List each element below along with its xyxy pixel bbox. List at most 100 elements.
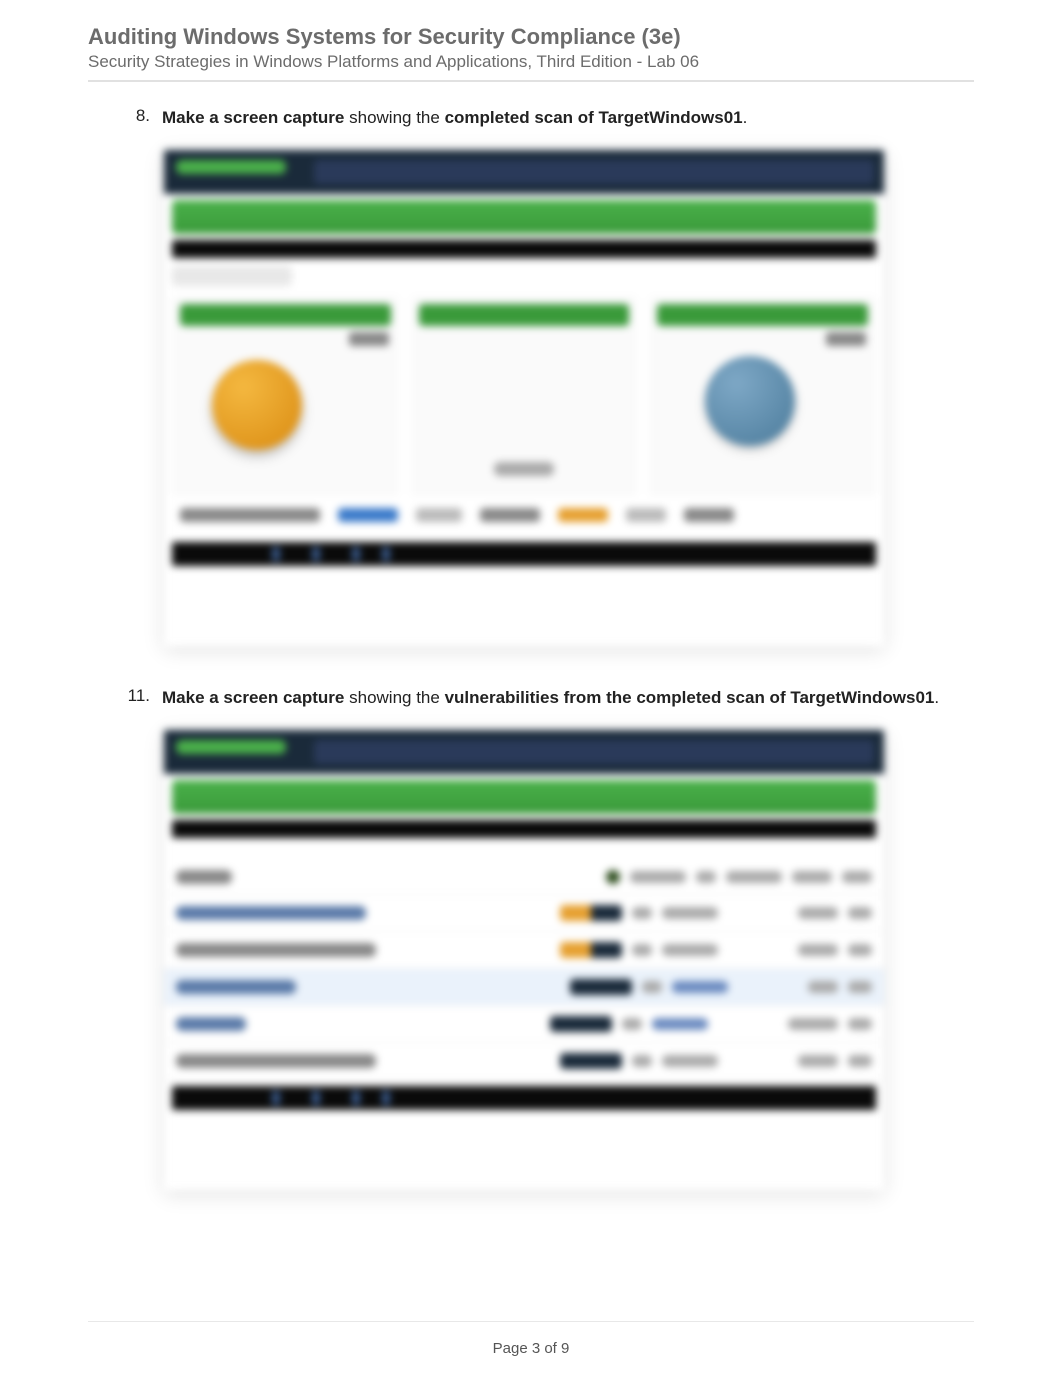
ss-tabs	[172, 266, 876, 286]
vuln-row	[164, 860, 884, 895]
ss-pie-chart-blue	[705, 356, 795, 446]
ss-footer-tick	[352, 1091, 360, 1105]
instruction-suffix: .	[743, 108, 748, 127]
vuln-severity	[560, 905, 622, 921]
vuln-cell	[726, 871, 782, 883]
vuln-severity	[560, 1053, 622, 1069]
ss-chart-row	[172, 296, 876, 496]
vuln-name	[176, 906, 366, 920]
ss-table-body	[164, 838, 884, 1080]
vuln-row	[164, 1006, 884, 1043]
ss-chart-header	[419, 304, 630, 326]
vuln-name	[176, 1054, 376, 1068]
ss-footer-bar	[172, 542, 876, 566]
ss-footer-tick	[272, 1091, 280, 1105]
instruction-text: Make a screen capture showing the comple…	[162, 106, 747, 130]
ss-chart-header	[657, 304, 868, 326]
vuln-cell	[848, 1055, 872, 1067]
vuln-name	[176, 943, 376, 957]
ss-cell	[558, 508, 608, 522]
header-subtitle: Security Strategies in Windows Platforms…	[88, 52, 974, 72]
vuln-cell	[662, 944, 718, 956]
vuln-row	[164, 969, 884, 1006]
instruction-item-11: 11. Make a screen capture showing the vu…	[88, 686, 974, 710]
vuln-cell	[672, 981, 728, 993]
vuln-icon	[606, 870, 620, 884]
ss-sub-nav	[172, 820, 876, 838]
vuln-cell	[632, 907, 652, 919]
ss-table-header-row	[164, 838, 884, 860]
vuln-cell	[792, 871, 832, 883]
page-header: Auditing Windows Systems for Security Co…	[88, 24, 974, 82]
lab-document-page: Auditing Windows Systems for Security Co…	[0, 0, 1062, 1377]
ss-footer-tick	[382, 547, 390, 561]
ss-cell	[338, 508, 398, 522]
vuln-name	[176, 980, 296, 994]
vuln-cell	[630, 871, 686, 883]
vuln-cell	[662, 907, 718, 919]
instruction-item-8: 8. Make a screen capture showing the com…	[88, 106, 974, 130]
page-footer: Page 3 of 9	[88, 1321, 974, 1357]
ss-footer-tick	[312, 1091, 320, 1105]
ss-footer-tick	[312, 547, 320, 561]
ss-titlebar	[164, 150, 884, 194]
vuln-cell	[848, 981, 872, 993]
vuln-severity	[550, 1016, 612, 1032]
ss-chart-col-1	[172, 296, 399, 496]
instruction-number: 8.	[118, 106, 150, 130]
ss-cell	[180, 508, 320, 522]
vuln-cell	[632, 1055, 652, 1067]
vuln-name	[176, 1017, 246, 1031]
ss-chart-col-3	[649, 296, 876, 496]
ss-logo-area	[176, 740, 286, 754]
instruction-bold-prefix: Make a screen capture	[162, 108, 344, 127]
instruction-suffix: .	[934, 688, 939, 707]
vuln-row	[164, 932, 884, 969]
instruction-text: Make a screen capture showing the vulner…	[162, 686, 939, 710]
ss-pie-chart-orange	[212, 360, 302, 450]
ss-empty-label	[494, 462, 554, 476]
instruction-middle: showing the	[344, 688, 444, 707]
vuln-cell	[696, 871, 716, 883]
vuln-cell	[848, 944, 872, 956]
screenshot-vulnerabilities	[164, 730, 884, 1190]
ss-sub-nav	[172, 240, 876, 258]
instruction-bold-prefix: Make a screen capture	[162, 688, 344, 707]
vuln-cell	[662, 1055, 718, 1067]
vuln-cell	[652, 1018, 708, 1030]
ss-summary-row	[172, 502, 876, 528]
vuln-row	[164, 895, 884, 932]
ss-nav-bar	[172, 780, 876, 814]
vuln-row	[164, 1043, 884, 1080]
vuln-cell	[798, 944, 838, 956]
ss-body	[164, 258, 884, 536]
ss-tab	[172, 266, 292, 286]
ss-footer-tick	[272, 547, 280, 561]
vuln-cell	[622, 1018, 642, 1030]
vuln-cell	[808, 981, 838, 993]
ss-footer-bar	[172, 1086, 876, 1110]
ss-chart-col-2	[411, 296, 638, 496]
ss-cell	[626, 508, 666, 522]
ss-nav-bar	[172, 200, 876, 234]
screenshot-completed-scan	[164, 150, 884, 646]
ss-cell	[480, 508, 540, 522]
vuln-cell	[798, 1055, 838, 1067]
instruction-middle: showing the	[344, 108, 444, 127]
ss-chart-label	[826, 332, 866, 346]
vuln-cell	[798, 907, 838, 919]
ss-cell	[684, 508, 734, 522]
vuln-severity	[560, 942, 622, 958]
ss-title-area	[314, 160, 874, 184]
ss-footer-tick	[352, 547, 360, 561]
vuln-cell	[842, 871, 872, 883]
instruction-number: 11.	[118, 686, 150, 710]
ss-titlebar	[164, 730, 884, 774]
vuln-cell	[642, 981, 662, 993]
instruction-bold-target: vulnerabilities from the completed scan …	[445, 688, 935, 707]
ss-footer-tick	[382, 1091, 390, 1105]
instruction-bold-target: completed scan of TargetWindows01	[445, 108, 743, 127]
ss-chart-label	[349, 332, 389, 346]
vuln-cell	[632, 944, 652, 956]
page-number-label: Page 3 of 9	[493, 1340, 570, 1357]
